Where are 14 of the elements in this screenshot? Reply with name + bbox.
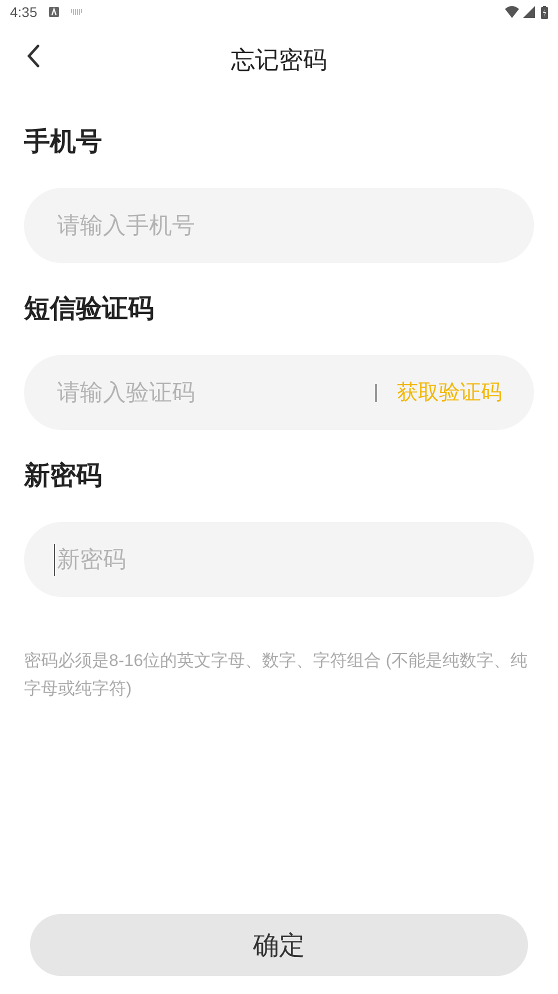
status-time: 4:35 [10, 2, 38, 22]
field-label: 短信验证码 [24, 292, 155, 325]
keyboard-icon [71, 9, 84, 15]
input-field[interactable]: 请输入手机号 [24, 188, 534, 263]
wifi-icon [505, 6, 519, 18]
battery-icon [541, 6, 548, 18]
input-field[interactable]: 新密码 [24, 522, 534, 597]
field-label: 新密码 [24, 459, 103, 492]
confirm-button[interactable]: 确定 [30, 914, 528, 976]
app-notification-icon [49, 7, 60, 17]
password-hint: 密码必须是8-16位的英文字母、数字、字符组合 (不能是纯数字、纯字母或纯字符) [24, 650, 528, 700]
field-label: 手机号 [24, 125, 103, 158]
signal-icon [523, 6, 535, 18]
page-title: 忘记密码 [231, 46, 327, 76]
